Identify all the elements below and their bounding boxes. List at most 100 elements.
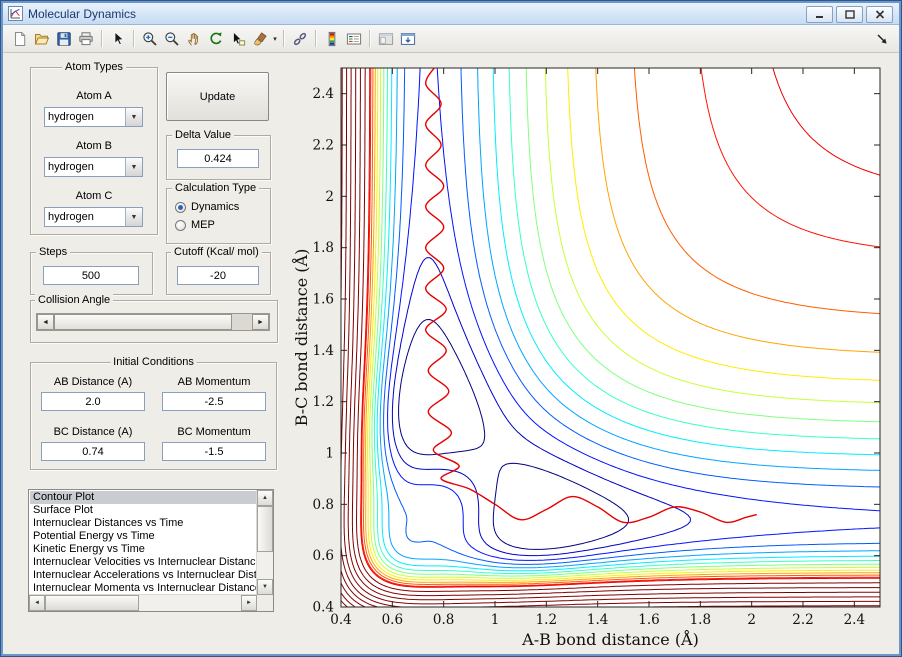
radio-mep[interactable]: MEP: [175, 218, 215, 232]
svg-text:0.6: 0.6: [313, 548, 334, 564]
chevron-down-icon[interactable]: ▼: [125, 158, 142, 176]
rotate-3d-icon: [208, 31, 224, 47]
svg-text:1.4: 1.4: [313, 343, 334, 359]
atom-a-label: Atom A: [76, 90, 112, 102]
new-figure-button[interactable]: [9, 28, 31, 50]
atom-c-dropdown[interactable]: hydrogen ▼: [44, 207, 143, 227]
steps-field[interactable]: [43, 266, 139, 285]
insert-legend-button[interactable]: [343, 28, 365, 50]
minimize-button[interactable]: [806, 6, 833, 23]
maximize-button[interactable]: [836, 6, 863, 23]
svg-text:1: 1: [491, 612, 500, 628]
list-item[interactable]: Internuclear Velocities vs Internuclear …: [30, 556, 256, 569]
svg-text:1: 1: [325, 446, 334, 462]
collision-angle-panel: Collision Angle ◄ ►: [30, 294, 278, 343]
atom-b-value: hydrogen: [48, 161, 94, 173]
close-button[interactable]: [866, 6, 893, 23]
figure-toolbar: ▾: [3, 25, 899, 53]
pan-button[interactable]: [183, 28, 205, 50]
svg-text:1.4: 1.4: [587, 612, 608, 628]
open-file-button[interactable]: [31, 28, 53, 50]
slider-left-arrow-icon[interactable]: ◄: [37, 314, 54, 330]
list-item[interactable]: Potential Energy vs Time: [30, 530, 256, 543]
atom-a-dropdown[interactable]: hydrogen ▼: [44, 107, 143, 127]
list-item[interactable]: Contour Plot: [30, 491, 256, 504]
plot-axes[interactable]: [341, 68, 880, 607]
insert-legend-icon: [346, 31, 362, 47]
delta-value-field[interactable]: [177, 149, 259, 168]
y-axis-label: B-C bond distance (Å): [291, 249, 311, 427]
svg-text:2.2: 2.2: [792, 612, 813, 628]
toolbar-separator: [101, 30, 103, 47]
list-item[interactable]: Internuclear Distances vs Time: [30, 517, 256, 530]
chevron-down-icon[interactable]: ▼: [125, 208, 142, 226]
zoom-in-button[interactable]: [139, 28, 161, 50]
zoom-out-icon: [164, 31, 180, 47]
brush-button[interactable]: [249, 28, 271, 50]
slider-track[interactable]: [232, 314, 254, 330]
slider-right-arrow-icon[interactable]: ►: [252, 314, 269, 330]
ab-momentum-field[interactable]: [162, 392, 266, 411]
toolbar-separator: [133, 30, 135, 47]
list-item[interactable]: Internuclear Accelerations vs Internucle…: [30, 569, 256, 582]
link-plot-icon: [292, 31, 308, 47]
delta-value-title: Delta Value: [172, 129, 235, 141]
hide-plot-tools-button[interactable]: [375, 28, 397, 50]
list-item[interactable]: Surface Plot: [30, 504, 256, 517]
chevron-down-icon[interactable]: ▼: [125, 108, 142, 126]
list-item[interactable]: Kinetic Energy vs Time: [30, 543, 256, 556]
data-cursor-button[interactable]: [227, 28, 249, 50]
data-cursor-icon: [230, 31, 246, 47]
dock-figure-button[interactable]: [397, 28, 419, 50]
insert-colorbar-icon: [324, 31, 340, 47]
plot-type-listbox: Contour Plot Surface Plot Internuclear Dis…: [28, 489, 274, 612]
bc-distance-field[interactable]: [41, 442, 145, 461]
open-file-icon: [34, 31, 50, 47]
svg-text:2.2: 2.2: [313, 138, 334, 154]
link-plot-button[interactable]: [289, 28, 311, 50]
svg-text:1.6: 1.6: [638, 612, 659, 628]
atom-b-dropdown[interactable]: hydrogen ▼: [44, 157, 143, 177]
svg-text:0.8: 0.8: [313, 497, 334, 513]
print-figure-button[interactable]: [75, 28, 97, 50]
bc-momentum-field[interactable]: [162, 442, 266, 461]
new-figure-icon: [12, 31, 28, 47]
figure-window: 0.4 0.6 0.8 1 1.2 1.4 1.6 1.8 2 2.2 2.4 0.4 0.6 0.8 1 1…: [0, 0, 902, 657]
rotate-3d-button[interactable]: [205, 28, 227, 50]
save-figure-button[interactable]: [53, 28, 75, 50]
initial-conditions-title: Initial Conditions: [110, 356, 197, 368]
scroll-right-icon[interactable]: ►: [241, 595, 257, 611]
atom-c-value: hydrogen: [48, 211, 94, 223]
atom-types-panel: Atom Types Atom A hydrogen ▼ Atom B hydr…: [30, 61, 158, 235]
zoom-out-button[interactable]: [161, 28, 183, 50]
dock-arrow-icon[interactable]: [871, 28, 893, 50]
radio-dynamics-icon[interactable]: [175, 201, 186, 213]
toolbar-separator: [369, 30, 371, 47]
ab-distance-label: AB Distance (A): [53, 376, 133, 388]
svg-text:2: 2: [747, 612, 756, 628]
dock-figure-icon: [400, 31, 416, 47]
hscroll-thumb[interactable]: [45, 595, 139, 611]
collision-angle-slider[interactable]: ◄ ►: [36, 313, 270, 331]
save-figure-icon: [56, 31, 72, 47]
scroll-up-icon[interactable]: ▲: [257, 490, 273, 506]
radio-dynamics-label: Dynamics: [191, 201, 240, 213]
ab-distance-field[interactable]: [41, 392, 145, 411]
bc-distance-label: BC Distance (A): [53, 426, 133, 438]
insert-colorbar-button[interactable]: [321, 28, 343, 50]
listbox-vscrollbar[interactable]: ▲ ▼: [256, 490, 273, 595]
cutoff-field[interactable]: [177, 266, 259, 285]
listbox-hscrollbar[interactable]: ◄ ►: [29, 594, 257, 611]
list-item[interactable]: Internuclear Momenta vs Internuclear Dis…: [30, 582, 256, 594]
slider-thumb[interactable]: [54, 314, 232, 330]
atom-a-value: hydrogen: [48, 111, 94, 123]
radio-mep-icon[interactable]: [175, 219, 186, 231]
brush-dropdown-icon[interactable]: ▾: [271, 35, 279, 43]
scroll-down-icon[interactable]: ▼: [257, 579, 273, 595]
cutoff-title: Cutoff (Kcal/ mol): [171, 246, 262, 258]
vscroll-thumb[interactable]: [257, 506, 273, 552]
scroll-left-icon[interactable]: ◄: [29, 595, 45, 611]
update-button[interactable]: Update: [166, 72, 269, 121]
edit-plot-button[interactable]: [107, 28, 129, 50]
radio-dynamics[interactable]: Dynamics: [175, 200, 239, 214]
